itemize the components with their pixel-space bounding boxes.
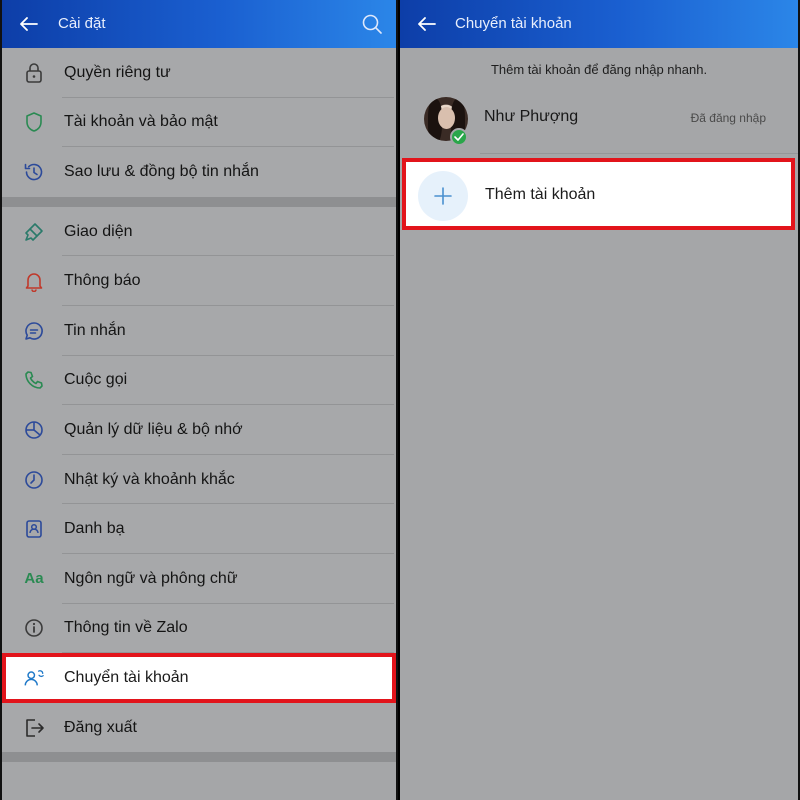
settings-item-account-security[interactable]: Tài khoản và bảo mật xyxy=(2,98,396,148)
settings-item-messages[interactable]: Tin nhắn xyxy=(2,306,396,356)
switch-account-icon xyxy=(23,667,45,689)
settings-item-label: Tài khoản và bảo mật xyxy=(64,113,218,131)
switch-account-header: Chuyển tài khoản xyxy=(400,0,798,48)
divider xyxy=(480,153,798,154)
settings-item-calls[interactable]: Cuộc gọi xyxy=(2,356,396,406)
settings-item-privacy[interactable]: Quyền riêng tư xyxy=(2,48,396,98)
settings-item-label: Quản lý dữ liệu & bộ nhớ xyxy=(64,420,243,438)
settings-item-label: Ngôn ngữ và phông chữ xyxy=(64,569,238,587)
account-row[interactable]: Như Phượng Đã đăng nhập xyxy=(400,92,798,154)
history-icon xyxy=(23,161,45,183)
clock-icon xyxy=(23,469,45,491)
switch-account-panel: Chuyển tài khoản Thêm tài khoản để đăng … xyxy=(400,0,800,800)
logout-icon xyxy=(23,717,45,739)
phone-icon xyxy=(23,369,45,391)
page-title: Chuyển tài khoản xyxy=(455,15,572,32)
settings-group-general: Giao diện Thông báo Tin nhắn Cuộc gọi Qu… xyxy=(2,206,396,753)
section-separator xyxy=(2,196,396,207)
settings-item-switch-account[interactable]: Chuyển tài khoản xyxy=(2,653,396,703)
settings-item-label: Quyền riêng tư xyxy=(64,63,171,81)
settings-group-account: Quyền riêng tư Tài khoản và bảo mật Sao … xyxy=(2,48,396,197)
add-account-hint: Thêm tài khoản để đăng nhập nhanh. xyxy=(490,62,708,77)
settings-item-contacts[interactable]: Danh bạ xyxy=(2,504,396,554)
bell-icon xyxy=(23,270,45,293)
settings-item-label: Danh bạ xyxy=(64,520,125,538)
back-arrow-icon[interactable] xyxy=(20,17,38,31)
font-icon-glyph: Aa xyxy=(24,570,44,588)
settings-item-label: Thông báo xyxy=(64,272,141,290)
add-account-label: Thêm tài khoản xyxy=(485,186,596,203)
settings-item-label: Thông tin về Zalo xyxy=(64,619,188,637)
pie-chart-icon xyxy=(23,419,45,441)
settings-item-label: Đăng xuất xyxy=(64,718,137,736)
settings-item-language-font[interactable]: Aa Ngôn ngữ và phông chữ xyxy=(2,554,396,604)
chat-icon xyxy=(23,320,45,342)
paintbrush-icon xyxy=(23,221,45,243)
settings-item-logout[interactable]: Đăng xuất xyxy=(2,703,396,753)
settings-item-backup[interactable]: Sao lưu & đồng bộ tin nhắn xyxy=(2,147,396,197)
plus-icon xyxy=(418,171,468,221)
back-arrow-icon[interactable] xyxy=(418,17,436,31)
settings-item-diary[interactable]: Nhật ký và khoảnh khắc xyxy=(2,455,396,505)
settings-item-notifications[interactable]: Thông báo xyxy=(2,256,396,306)
settings-item-label: Chuyển tài khoản xyxy=(64,668,189,686)
check-icon xyxy=(450,128,468,146)
settings-item-label: Tin nhắn xyxy=(64,321,126,339)
settings-panel: Cài đặt Quyền riêng tư Tài khoản và bảo … xyxy=(0,0,398,800)
lock-icon xyxy=(23,62,45,84)
settings-item-label: Giao diện xyxy=(64,222,133,240)
contacts-icon xyxy=(23,518,45,540)
account-status: Đã đăng nhập xyxy=(690,111,766,125)
settings-item-appearance[interactable]: Giao diện xyxy=(2,207,396,257)
section-separator xyxy=(2,752,396,763)
settings-item-data-storage[interactable]: Quản lý dữ liệu & bộ nhớ xyxy=(2,405,396,455)
shield-icon xyxy=(23,111,45,133)
account-name: Như Phượng xyxy=(484,108,579,125)
settings-item-label: Cuộc gọi xyxy=(64,371,128,389)
settings-item-about[interactable]: Thông tin về Zalo xyxy=(2,604,396,654)
settings-item-label: Sao lưu & đồng bộ tin nhắn xyxy=(64,162,259,180)
search-icon[interactable] xyxy=(362,14,382,34)
font-icon: Aa xyxy=(23,568,45,590)
settings-header: Cài đặt xyxy=(2,0,396,48)
settings-item-label: Nhật ký và khoảnh khắc xyxy=(64,470,235,488)
add-account-button[interactable]: Thêm tài khoản xyxy=(402,158,795,230)
page-title: Cài đặt xyxy=(58,15,106,32)
info-icon xyxy=(23,617,45,639)
